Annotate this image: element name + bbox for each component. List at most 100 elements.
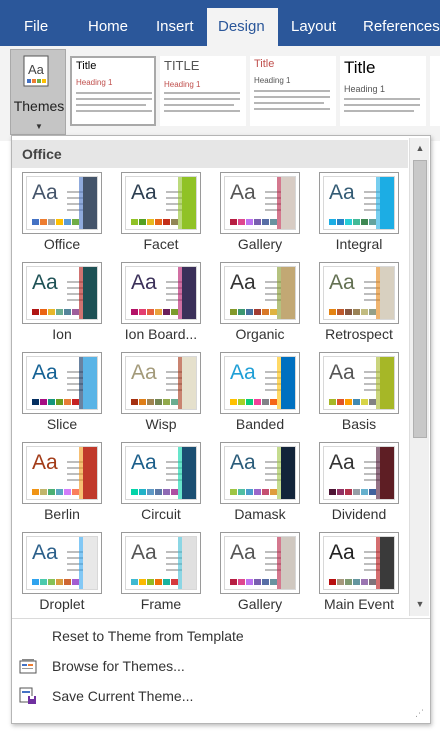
theme-font-sample: Aa [32,541,58,564]
theme-tile[interactable]: Aa Organic [220,262,316,344]
scroll-thumb[interactable] [413,160,427,438]
tab-design[interactable]: Design [207,8,278,46]
theme-accent-stripe [277,447,281,499]
color-swatch [147,219,154,225]
tab-references[interactable]: References [363,8,440,46]
style-title: Title [254,58,275,70]
theme-tile[interactable]: Aa Integral [319,172,415,254]
theme-tile[interactable]: Aa Retrospect [319,262,415,344]
color-swatch [163,309,170,315]
color-swatch [329,219,336,225]
menu-item-label: Browse for Themes... [52,658,185,674]
style-set-thumbnail[interactable]: Title Heading 1 [70,56,156,126]
ribbon-tab-bar: File Home Insert Design Layout Reference… [0,0,440,46]
theme-thumbnail: Aa [319,262,399,324]
theme-font-sample: Aa [230,271,256,294]
theme-tile[interactable]: Aa Frame [121,532,217,614]
browse-themes-menu-item[interactable]: Browse for Themes... [12,652,430,680]
color-swatch [337,219,344,225]
theme-tile[interactable]: Aa Banded [220,352,316,434]
theme-accent-band [380,357,394,409]
theme-font-sample: Aa [329,361,355,384]
color-swatch [369,219,376,225]
theme-tile[interactable]: Aa Main Event [319,532,415,614]
theme-tile[interactable]: Aa Basis [319,352,415,434]
color-swatch [345,399,352,405]
style-set-thumbnail[interactable]: Title Heading 1 [250,56,336,126]
themes-dropdown: Office Aa Office Aa Facet Aa Gallery Aa Integra… [11,135,431,724]
color-swatch [40,309,47,315]
color-swatch [337,489,344,495]
theme-tile[interactable]: Aa Wisp [121,352,217,434]
theme-tile[interactable]: Aa Gallery [220,172,316,254]
color-swatch [262,579,269,585]
browse-folder-icon [19,659,37,674]
theme-tile[interactable]: Aa Berlin [22,442,118,524]
theme-tile[interactable]: Aa Facet [121,172,217,254]
tab-home[interactable]: Home [88,8,128,46]
color-swatch [337,309,344,315]
theme-tile[interactable]: Aa Circuit [121,442,217,524]
resize-grip-icon[interactable]: ⋰ [415,708,424,719]
scroll-up-icon[interactable]: ▲ [412,140,428,156]
color-swatch [262,399,269,405]
theme-tile[interactable]: Aa Damask [220,442,316,524]
theme-accent-stripe [277,177,281,229]
theme-preview: Aa [323,446,395,500]
color-swatch [329,309,336,315]
color-swatch [238,579,245,585]
theme-accent-stripe [178,357,182,409]
theme-font-sample: Aa [329,181,355,204]
style-set-thumbnail[interactable] [430,56,440,126]
theme-name: Banded [235,416,285,432]
color-swatch [139,219,146,225]
color-swatch [64,489,71,495]
theme-tile[interactable]: Aa Ion [22,262,118,344]
color-swatch [353,399,360,405]
themes-button[interactable]: Aa Themes ▼ [10,49,66,135]
theme-font-sample: Aa [230,541,256,564]
style-set-thumbnail[interactable]: Title Heading 1 [340,56,426,126]
style-set-thumbnail[interactable]: TITLE Heading 1 [160,56,246,126]
color-swatch [353,579,360,585]
tab-insert[interactable]: Insert [156,8,194,46]
save-theme-menu-item[interactable]: Save Current Theme... [12,682,430,710]
theme-preview: Aa [125,536,197,590]
theme-accent-band [182,447,196,499]
theme-thumbnail: Aa [121,352,201,414]
reset-theme-menu-item[interactable]: Reset to Theme from Template [12,622,430,650]
theme-thumbnail: Aa [220,352,300,414]
section-header-label: Office [22,146,62,162]
color-swatch [270,309,277,315]
theme-thumbnail: Aa [121,442,201,504]
theme-thumbnail: Aa [220,172,300,234]
scroll-down-icon[interactable]: ▼ [412,596,428,612]
theme-preview: Aa [224,356,296,410]
theme-thumbnail: Aa [22,262,102,324]
theme-preview: Aa [323,266,395,320]
color-swatch [56,219,63,225]
themes-button-label: Themes [13,98,65,114]
color-swatch [32,489,39,495]
theme-preview: Aa [323,536,395,590]
theme-preview: Aa [125,356,197,410]
gallery-scrollbar[interactable]: ▲ ▼ [409,138,429,616]
theme-accent-stripe [277,537,281,589]
theme-tile[interactable]: Aa Dividend [319,442,415,524]
menu-item-label: Reset to Theme from Template [52,628,244,644]
theme-accent-band [380,267,394,319]
theme-tile[interactable]: Aa Droplet [22,532,118,614]
color-swatch [369,579,376,585]
tab-layout[interactable]: Layout [291,8,336,46]
tab-file[interactable]: File [24,8,48,46]
theme-preview: Aa [125,446,197,500]
color-swatch [345,579,352,585]
theme-tile[interactable]: Aa Slice [22,352,118,434]
theme-tile[interactable]: Aa Office [22,172,118,254]
theme-tile[interactable]: Aa Gallery [220,532,316,614]
color-swatch [238,219,245,225]
theme-tile[interactable]: Aa Ion Board... [121,262,217,344]
color-swatch [131,219,138,225]
color-swatch [337,399,344,405]
theme-thumbnail: Aa [22,532,102,594]
